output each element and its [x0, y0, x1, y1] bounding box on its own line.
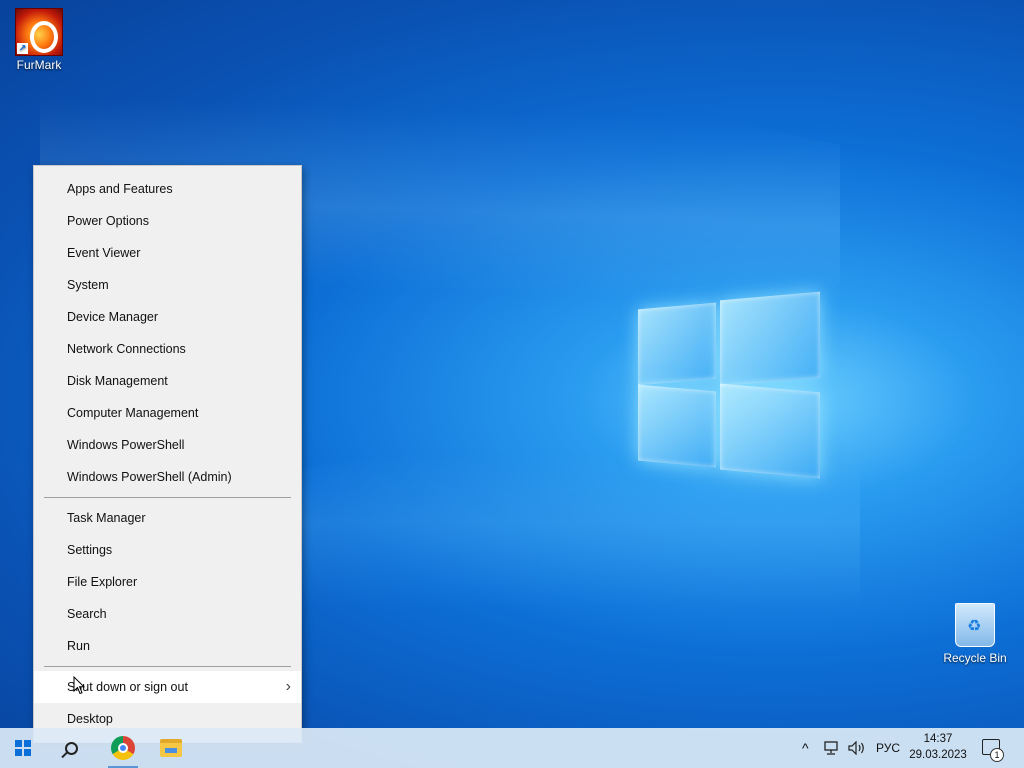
menu-item-search[interactable]: Search	[34, 598, 301, 630]
menu-item-file-explorer[interactable]: File Explorer	[34, 566, 301, 598]
taskbar-file-explorer[interactable]	[148, 728, 194, 768]
desktop-icon-label: FurMark	[16, 58, 62, 72]
clock-date: 29.03.2023	[909, 749, 967, 761]
menu-item-run[interactable]: Run	[34, 630, 301, 662]
taskbar: ^ РУС 14:37 29.03.2023 1	[0, 728, 1024, 768]
menu-item-event-viewer[interactable]: Event Viewer	[34, 237, 301, 269]
chevron-up-icon[interactable]: ^	[802, 728, 809, 768]
chevron-right-icon: ›	[285, 678, 291, 695]
menu-separator	[44, 497, 291, 498]
language-indicator[interactable]: РУС	[876, 728, 900, 768]
desktop-icon-label: Recycle Bin	[943, 651, 1007, 665]
clock-time: 14:37	[923, 733, 953, 745]
speaker-icon[interactable]	[848, 728, 866, 768]
windows-start-icon	[15, 740, 31, 756]
network-icon[interactable]	[824, 728, 840, 768]
mouse-pointer-icon	[73, 676, 85, 695]
menu-item-task-manager[interactable]: Task Manager	[34, 502, 301, 534]
menu-item-disk-management[interactable]: Disk Management	[34, 365, 301, 397]
menu-item-power-options[interactable]: Power Options	[34, 205, 301, 237]
chrome-icon	[111, 736, 135, 760]
menu-item-system[interactable]: System	[34, 269, 301, 301]
desktop-icon-recycle-bin[interactable]: ♻ Recycle Bin	[936, 603, 1014, 665]
wallpaper-windows-logo	[636, 290, 826, 480]
winx-context-menu: Apps and Features Power Options Event Vi…	[33, 165, 302, 743]
menu-item-windows-powershell-admin[interactable]: Windows PowerShell (Admin)	[34, 461, 301, 493]
menu-item-label: Shut down or sign out	[67, 680, 188, 694]
shortcut-arrow-icon: ↗	[17, 43, 28, 54]
menu-item-apps-and-features[interactable]: Apps and Features	[34, 173, 301, 205]
search-icon	[64, 741, 78, 755]
recycle-bin-icon: ♻	[955, 603, 995, 647]
taskbar-chrome[interactable]	[100, 728, 146, 768]
search-button[interactable]	[48, 728, 94, 768]
furmark-icon: ↗	[15, 8, 63, 56]
notification-count-badge: 1	[990, 748, 1004, 762]
menu-item-computer-management[interactable]: Computer Management	[34, 397, 301, 429]
menu-item-windows-powershell[interactable]: Windows PowerShell	[34, 429, 301, 461]
clock[interactable]: 14:37 29.03.2023	[902, 731, 974, 763]
menu-item-settings[interactable]: Settings	[34, 534, 301, 566]
menu-item-device-manager[interactable]: Device Manager	[34, 301, 301, 333]
menu-separator	[44, 666, 291, 667]
desktop-icon-furmark[interactable]: ↗ FurMark	[0, 8, 78, 72]
menu-item-network-connections[interactable]: Network Connections	[34, 333, 301, 365]
file-explorer-icon	[160, 739, 182, 757]
start-button[interactable]	[0, 728, 46, 768]
